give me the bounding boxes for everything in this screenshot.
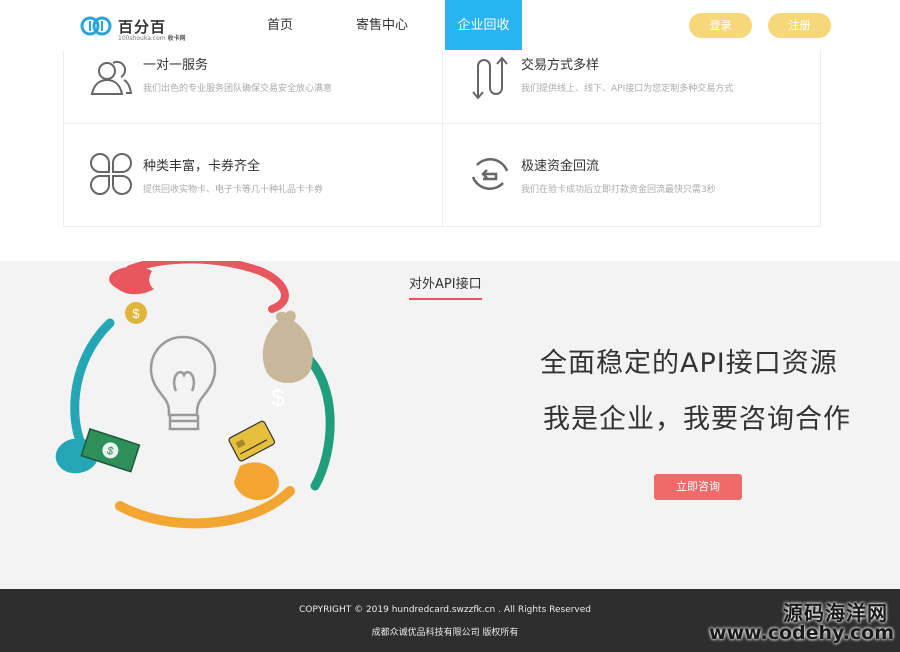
feature-description: 我们提供线上、线下、API接口为您定制多种交易方式 [521,84,734,94]
watermark-url: www.codehy.com [709,622,894,644]
feature-card: 极速资金回流 我们在验卡成功后立即打款资金回流最快只需3秒 [443,124,821,226]
users-icon [90,60,133,95]
feature-title: 交易方式多样 [521,58,600,73]
illustration-hands-money: $ $ $ [55,261,335,529]
nav-consignment-center[interactable]: 寄售中心 [346,0,418,50]
feature-description: 提供回收实物卡、电子卡等几十种礼品卡卡券 [143,185,324,195]
feature-card: 交易方式多样 我们提供线上、线下、API接口为您定制多种交易方式 [443,50,821,123]
feature-title: 一对一服务 [143,58,209,73]
arrows-updown-icon [472,56,508,100]
top-navbar: 百分百 100shouka.com 收卡网 首页 寄售中心 企业回收 登录 注册 [0,0,900,50]
features-grid: 一对一服务 我们出色的专业服务团队确保交易安全放心满意 交易方式多样 我们提供线… [63,50,821,227]
logo-subtitle: 100shouka.com 收卡网 [118,35,186,42]
login-button[interactable]: 登录 [689,13,752,38]
feature-title: 种类丰富，卡券齐全 [143,159,261,174]
api-tab[interactable]: 对外API接口 [409,273,482,300]
clover-icon [90,153,132,195]
api-subheadline: 我是企业，我要咨询合作 [543,404,851,435]
copyright-text: COPYRIGHT © 2019 hundredcard.swzzfk.cn .… [298,605,592,615]
feature-description: 我们在验卡成功后立即打款资金回流最快只需3秒 [521,185,716,195]
feature-card: 一对一服务 我们出色的专业服务团队确保交易安全放心满意 [64,50,442,123]
svg-text:$: $ [132,306,140,321]
consult-now-button[interactable]: 立即咨询 [654,474,742,500]
nav-home[interactable]: 首页 [252,0,308,50]
feature-card: 种类丰富，卡券齐全 提供回收实物卡、电子卡等几十种礼品卡卡券 [64,124,442,226]
feature-description: 我们出色的专业服务团队确保交易安全放心满意 [143,84,333,94]
api-section: 对外API接口 $ $ $ 全面稳定的API接口资源 我是企业，我要咨询合作 立… [0,261,900,589]
svg-text:$: $ [271,385,284,412]
feature-title: 极速资金回流 [521,159,600,174]
register-button[interactable]: 注册 [768,13,831,38]
api-headline: 全面稳定的API接口资源 [540,348,838,379]
refresh-icon [471,158,509,190]
nav-enterprise-recycle[interactable]: 企业回收 [445,0,522,50]
